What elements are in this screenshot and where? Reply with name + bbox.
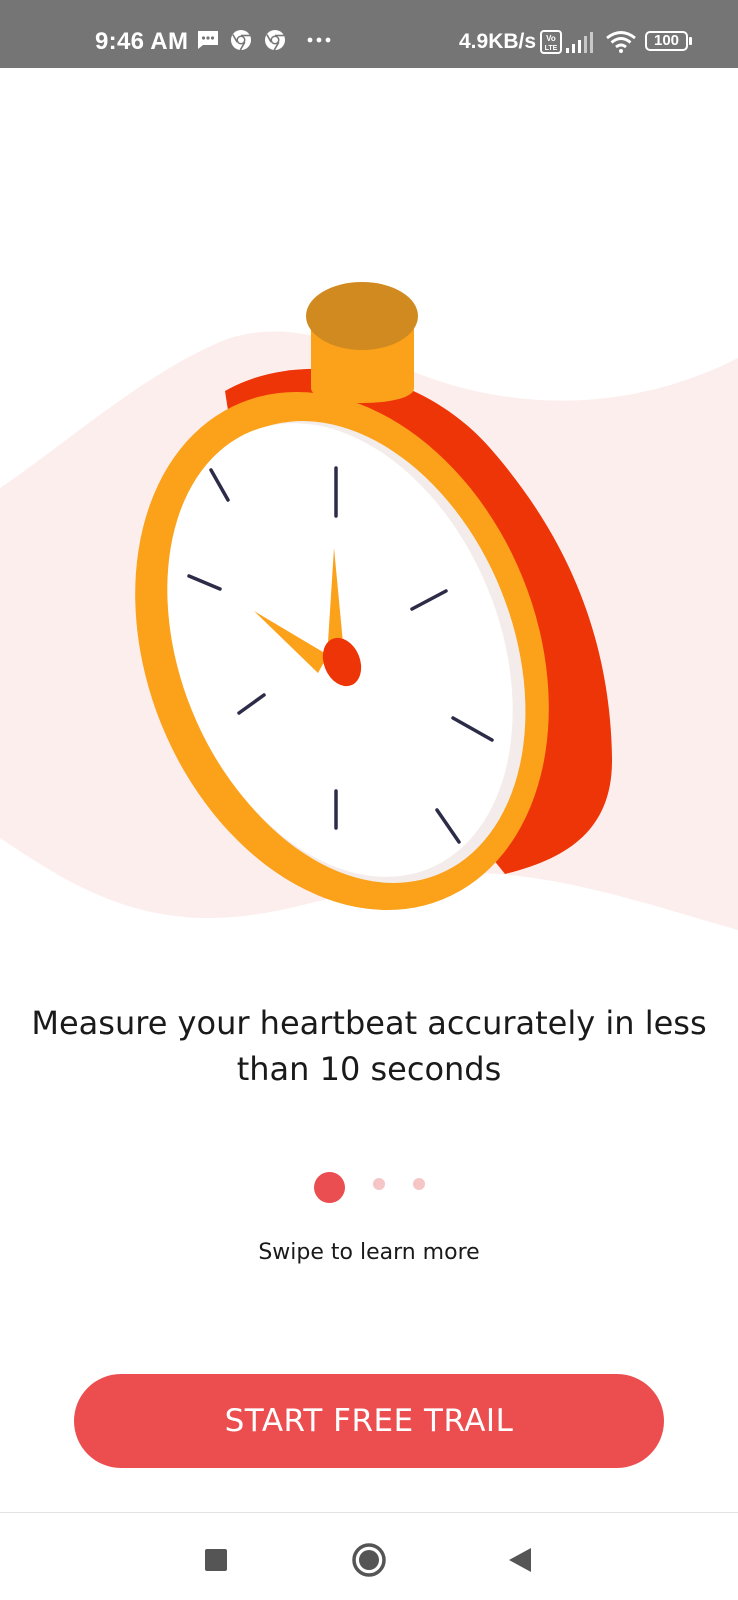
swipe-hint: Swipe to learn more xyxy=(258,1240,480,1265)
stopwatch-button-top xyxy=(306,282,418,350)
chrome-icon xyxy=(229,28,253,57)
chrome-icon xyxy=(263,28,287,57)
svg-text:Vo: Vo xyxy=(546,34,556,43)
page-dot[interactable] xyxy=(373,1178,385,1190)
onboarding-headline: Measure your heartbeat accurately in les… xyxy=(31,1004,707,1088)
start-free-trial-button[interactable]: START FREE TRAIL xyxy=(74,1374,664,1468)
status-time: 9:46 AM xyxy=(95,28,189,55)
signal-icon xyxy=(565,32,595,59)
stopwatch-icon xyxy=(0,282,738,931)
onboarding-illustration xyxy=(0,68,738,968)
page-dot[interactable] xyxy=(413,1178,425,1190)
home-circle-icon[interactable] xyxy=(339,1533,399,1589)
volte-icon: Vo LTE xyxy=(540,30,562,59)
more-dots-icon xyxy=(306,30,332,55)
battery-indicator: 100 xyxy=(645,31,688,51)
back-triangle-icon[interactable] xyxy=(490,1533,550,1589)
page-indicator[interactable] xyxy=(0,1170,738,1210)
battery-cap xyxy=(689,37,692,45)
message-icon xyxy=(196,28,220,57)
svg-text:LTE: LTE xyxy=(545,45,558,52)
wifi-icon xyxy=(605,30,637,59)
network-speed: 4.9KB/s xyxy=(459,30,537,53)
page-dot-active[interactable] xyxy=(314,1172,345,1203)
status-bar: 9:46 AM 4.9KB/s Vo LTE 100 xyxy=(0,0,738,68)
system-nav-bar xyxy=(0,1513,738,1600)
recents-square-icon[interactable] xyxy=(186,1533,246,1589)
